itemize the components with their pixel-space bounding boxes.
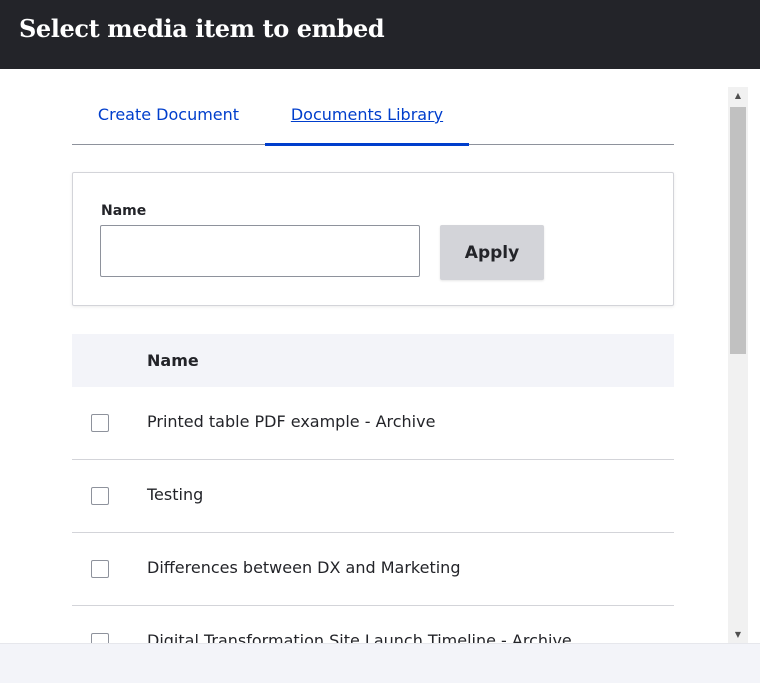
- apply-button[interactable]: Apply: [440, 225, 544, 280]
- row-checkbox[interactable]: [91, 633, 109, 643]
- table-row[interactable]: Differences between DX and Marketing: [72, 533, 674, 606]
- dialog-title: Select media item to embed: [19, 14, 385, 43]
- name-filter-input[interactable]: [100, 225, 420, 277]
- row-name: Digital Transformation Site Launch Timel…: [147, 631, 572, 643]
- dialog-footer: [0, 643, 760, 683]
- tab-bar: Create Document Documents Library: [72, 99, 674, 146]
- table-row[interactable]: Testing: [72, 460, 674, 533]
- dialog-content: Create Document Documents Library Name A…: [0, 69, 728, 643]
- scrollbar-thumb[interactable]: [730, 107, 746, 354]
- row-name: Differences between DX and Marketing: [147, 558, 461, 577]
- filter-form: Name Apply: [72, 172, 674, 306]
- table-header: Name: [72, 334, 674, 387]
- column-header-name[interactable]: Name: [147, 351, 199, 370]
- row-name: Printed table PDF example - Archive: [147, 412, 436, 431]
- dialog-header: Select media item to embed: [0, 0, 760, 69]
- media-table: Name Printed table PDF example - Archive…: [72, 334, 674, 643]
- name-filter-label: Name: [101, 203, 147, 219]
- scroll-down-icon[interactable]: ▼: [728, 626, 748, 643]
- row-checkbox[interactable]: [91, 487, 109, 505]
- row-checkbox[interactable]: [91, 560, 109, 578]
- scroll-up-icon[interactable]: ▲: [728, 87, 748, 104]
- table-row[interactable]: Digital Transformation Site Launch Timel…: [72, 606, 674, 643]
- row-name: Testing: [147, 485, 204, 504]
- tab-documents-library[interactable]: Documents Library: [265, 99, 469, 146]
- vertical-scrollbar[interactable]: ▲ ▼: [728, 87, 748, 643]
- table-row[interactable]: Printed table PDF example - Archive: [72, 387, 674, 460]
- tab-create-document[interactable]: Create Document: [72, 99, 265, 144]
- row-checkbox[interactable]: [91, 414, 109, 432]
